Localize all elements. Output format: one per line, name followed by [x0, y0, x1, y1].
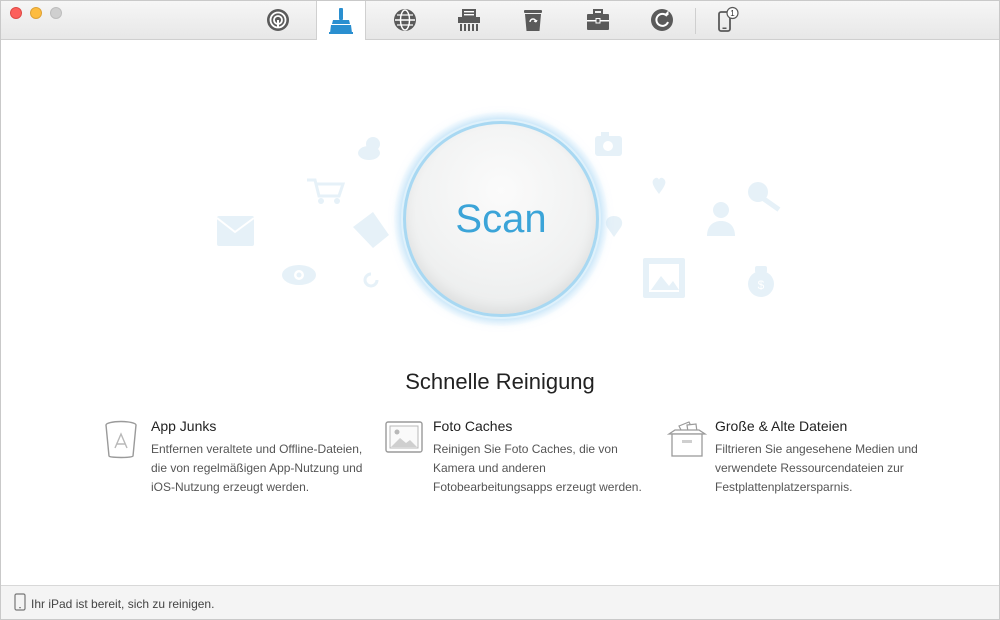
svg-text:$: $ [758, 278, 765, 292]
cart-deco-icon [307, 178, 346, 204]
eye-deco-icon [282, 265, 316, 285]
shredder-icon [458, 9, 480, 31]
trash-icon [524, 10, 542, 31]
device-count-badge: 1 [730, 9, 735, 18]
money-bag-deco-icon: $ [748, 266, 774, 297]
toolbox-icon [587, 9, 609, 30]
airbackup-icon [267, 9, 289, 31]
feature-photo-caches: Foto Caches Reinigen Sie Foto Caches, di… [385, 418, 663, 497]
feature-description: Entfernen veraltete und Offline-Dateien,… [151, 442, 363, 494]
heart-deco-icon [652, 177, 666, 194]
feature-name: Foto Caches [433, 418, 513, 434]
section-title: Schnelle Reinigung [405, 369, 595, 394]
envelope-deco-icon [216, 216, 255, 246]
photo-cache-icon [385, 421, 423, 453]
feature-name: Große & Alte Dateien [715, 418, 848, 434]
main-content: $ Scan Schnelle Reinigung App Junks Entf… [1, 40, 999, 585]
scan-button[interactable]: Scan [403, 121, 599, 317]
device-icon: 1 [718, 6, 739, 32]
key-deco-icon [748, 182, 781, 212]
toolbar-internet-junk-button[interactable] [380, 1, 430, 39]
refresh-deco-icon [363, 272, 379, 288]
toolbar-toolbox-button[interactable] [573, 1, 623, 39]
toolbar-cleanup-tab[interactable] [316, 1, 366, 40]
toolbar-separator [695, 8, 696, 34]
scan-label: Scan [455, 196, 547, 241]
large-files-box-icon [667, 421, 707, 457]
bird-deco-icon [358, 137, 380, 160]
scan-area: Scan [394, 112, 608, 326]
cleanup-broom-icon [329, 7, 353, 34]
backup-refresh-icon [651, 9, 673, 31]
toolbar-airbackup-button[interactable] [253, 1, 303, 39]
person-deco-icon [707, 202, 735, 236]
title-bar: 1 [1, 1, 999, 40]
toolbar-device-button[interactable]: 1 [702, 1, 752, 39]
feature-name: App Junks [151, 418, 217, 434]
toolbar-trash-button[interactable] [508, 1, 558, 39]
mail-send-deco-icon [353, 212, 389, 248]
pin-deco-icon [605, 216, 623, 237]
feature-large-old-files: Große & Alte Dateien Filtrieren Sie ange… [667, 418, 945, 497]
picture-deco-icon [643, 258, 685, 298]
feature-description: Reinigen Sie Foto Caches, die von Kamera… [433, 442, 642, 494]
toolbar-backup-button[interactable] [637, 1, 687, 39]
toolbar-shredder-button[interactable] [444, 1, 494, 39]
status-bar: Ihr iPad ist bereit, sich zu reinigen. [1, 585, 999, 619]
ipad-icon [14, 593, 26, 611]
app-junk-bin-icon [105, 420, 137, 459]
internet-junk-icon [394, 9, 416, 31]
feature-app-junks: App Junks Entfernen veraltete und Offlin… [105, 418, 381, 497]
app-window: 1 $ Scan Schnelle Reinigung App Junks En… [0, 0, 1000, 620]
status-text: Ihr iPad ist bereit, sich zu reinigen. [31, 597, 215, 611]
close-window-button[interactable] [10, 7, 22, 19]
zoom-window-button[interactable] [50, 7, 62, 19]
minimize-window-button[interactable] [30, 7, 42, 19]
feature-description: Filtrieren Sie angesehene Medien und ver… [715, 442, 918, 494]
